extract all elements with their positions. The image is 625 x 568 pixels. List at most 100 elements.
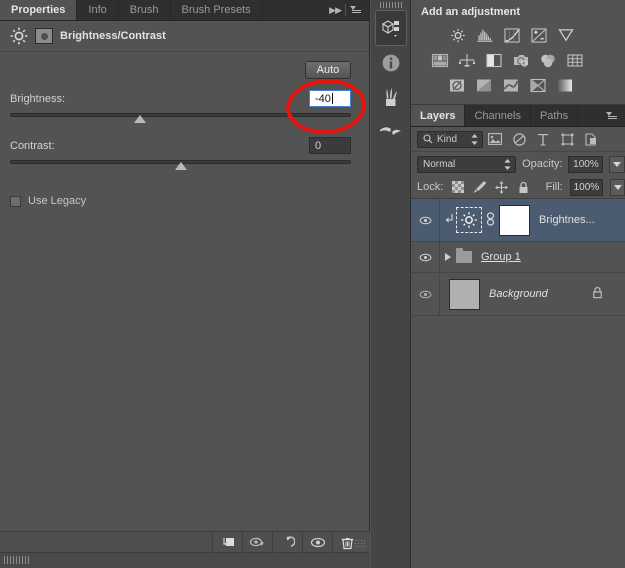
- dock-item-brush[interactable]: [371, 80, 411, 114]
- toggle-visibility-icon[interactable]: [302, 532, 332, 553]
- adjustments-row-1: [418, 23, 625, 48]
- opacity-value[interactable]: 100%: [568, 155, 604, 173]
- folder-icon: [456, 248, 472, 263]
- color-lookup-icon[interactable]: [534, 48, 561, 73]
- contrast-slider-thumb[interactable]: [174, 162, 187, 170]
- channel-mixer-icon[interactable]: [507, 48, 534, 73]
- shape-layer-filter-icon[interactable]: [555, 129, 579, 149]
- layer-kind-filter[interactable]: Kind: [417, 130, 483, 148]
- smart-object-filter-icon[interactable]: [579, 129, 603, 149]
- panel-resize-grip[interactable]: [354, 539, 366, 549]
- posterize-icon[interactable]: [561, 48, 588, 73]
- color-balance-icon[interactable]: [426, 48, 453, 73]
- layer-visibility-toggle[interactable]: [411, 242, 440, 272]
- dock-item-mini-bridge[interactable]: [375, 10, 407, 46]
- adjustment-layer-filter-icon[interactable]: [507, 129, 531, 149]
- properties-footer-bar: [0, 532, 370, 553]
- threshold-icon[interactable]: [470, 73, 497, 98]
- curves-icon[interactable]: [498, 23, 525, 48]
- panel-menu-icon[interactable]: [350, 5, 363, 15]
- lock-label: Lock:: [417, 181, 444, 193]
- fill-value[interactable]: 100%: [569, 178, 604, 196]
- lock-all-icon[interactable]: [516, 179, 531, 195]
- brightness-contrast-icon: [10, 27, 28, 45]
- invert-icon[interactable]: [443, 73, 470, 98]
- link-layers-icon[interactable]: [486, 211, 495, 229]
- opacity-label: Opacity:: [522, 158, 563, 170]
- eye-icon: [419, 253, 431, 261]
- brightness-slider-thumb[interactable]: [133, 115, 146, 123]
- levels-icon[interactable]: [471, 23, 498, 48]
- properties-body: Auto Brightness: -40 Contrast: 0 Use Leg…: [0, 52, 369, 530]
- layer-thumbnail-selected[interactable]: [456, 207, 482, 233]
- layer-visibility-toggle[interactable]: [411, 199, 440, 241]
- double-chevron-right-icon[interactable]: ▶▶: [329, 5, 342, 16]
- table-row[interactable]: Brightnes...: [411, 199, 625, 242]
- brightness-slider-track: [10, 113, 351, 117]
- tab-paths[interactable]: Paths: [530, 105, 579, 126]
- tab-layers[interactable]: Layers: [411, 105, 466, 126]
- layer-kind-label: Kind: [437, 133, 458, 145]
- horizontal-scrollbar[interactable]: [0, 555, 370, 564]
- lock-transparency-icon[interactable]: [450, 179, 465, 195]
- layers-tab-bar: Layers Channels Paths: [411, 105, 625, 127]
- view-previous-state-icon[interactable]: [242, 532, 272, 553]
- blend-mode-select[interactable]: Normal: [417, 155, 517, 173]
- tab-brush[interactable]: Brush: [118, 0, 171, 20]
- layers-tab-spacer: [578, 105, 600, 126]
- brightness-contrast-icon[interactable]: [444, 23, 471, 48]
- chevron-down-icon: [613, 184, 622, 190]
- tab-channels-label: Channels: [474, 109, 521, 122]
- contrast-slider[interactable]: [10, 159, 351, 173]
- use-legacy-label: Use Legacy: [28, 195, 87, 207]
- tab-brush-presets[interactable]: Brush Presets: [170, 0, 263, 20]
- use-legacy-checkbox[interactable]: [10, 195, 21, 207]
- reset-adjustment-icon[interactable]: [272, 532, 302, 553]
- tab-properties[interactable]: Properties: [0, 0, 78, 20]
- brightness-slider[interactable]: [10, 112, 351, 126]
- dock-item-info[interactable]: [371, 46, 411, 80]
- page-title: Brightness/Contrast: [60, 30, 166, 42]
- selective-color-icon[interactable]: [497, 73, 524, 98]
- dock-drag-handle[interactable]: [371, 0, 410, 10]
- group-expand-arrow-icon[interactable]: [445, 253, 451, 261]
- layer-visibility-toggle[interactable]: [411, 273, 440, 315]
- lock-pixels-icon[interactable]: [472, 179, 487, 195]
- panel-menu-icon[interactable]: [606, 111, 619, 121]
- fill-dropdown-button[interactable]: [610, 178, 625, 196]
- scrollbar-grip[interactable]: [4, 556, 30, 564]
- chevron-down-icon: [613, 161, 622, 167]
- brightness-value-input[interactable]: -40: [309, 90, 351, 107]
- list-item: Group 1: [481, 251, 521, 263]
- table-row[interactable]: Group 1: [411, 242, 625, 273]
- auto-button-row: Auto: [10, 52, 359, 79]
- brush-icon: [386, 88, 397, 106]
- tab-channels[interactable]: Channels: [465, 105, 531, 126]
- gradient-fill-icon[interactable]: [551, 73, 578, 98]
- tab-brush-presets-label: Brush Presets: [181, 4, 251, 16]
- tab-info[interactable]: Info: [77, 0, 119, 20]
- layer-thumbnail[interactable]: [449, 278, 480, 310]
- adjustments-grid: [411, 23, 625, 98]
- pixel-layer-filter-icon[interactable]: [483, 129, 507, 149]
- adjustments-row-3: [418, 73, 625, 98]
- tab-bar-divider: [345, 4, 346, 16]
- contrast-field-row: Contrast: 0: [10, 137, 359, 154]
- black-and-white-icon[interactable]: [453, 48, 480, 73]
- dock-item-brush-presets[interactable]: [371, 114, 411, 148]
- vibrance-icon[interactable]: [552, 23, 579, 48]
- contrast-value-input[interactable]: 0: [309, 137, 351, 154]
- table-row[interactable]: Background: [411, 273, 625, 316]
- lock-position-icon[interactable]: [494, 179, 509, 195]
- photo-filter-icon[interactable]: [480, 48, 507, 73]
- gradient-map-icon[interactable]: [524, 73, 551, 98]
- clip-to-layer-icon[interactable]: [212, 532, 242, 553]
- auto-button[interactable]: Auto: [305, 61, 351, 79]
- exposure-icon[interactable]: [525, 23, 552, 48]
- layers-list: Brightnes... Group 1 Background: [411, 199, 625, 316]
- use-legacy-row[interactable]: Use Legacy: [10, 195, 359, 207]
- type-layer-filter-icon[interactable]: [531, 129, 555, 149]
- clipping-mask-icon: [445, 213, 454, 227]
- opacity-dropdown-button[interactable]: [609, 155, 625, 173]
- layer-mask-thumbnail[interactable]: [499, 204, 530, 236]
